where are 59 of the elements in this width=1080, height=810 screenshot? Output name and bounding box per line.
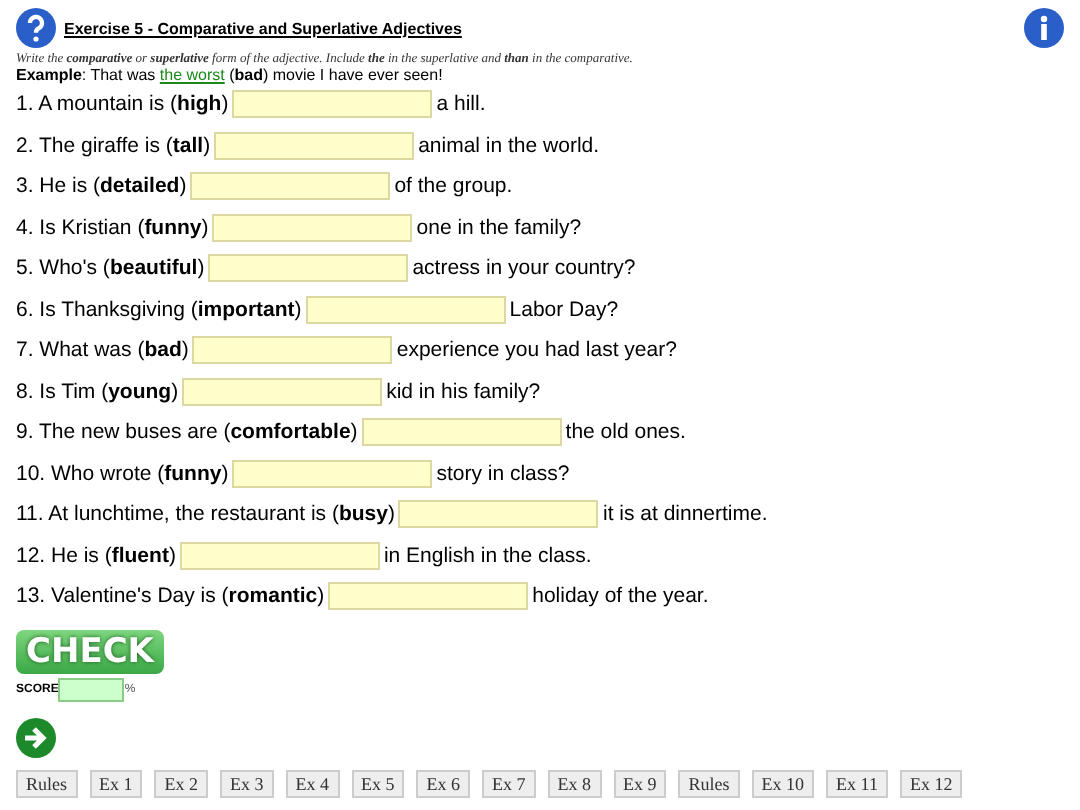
- question-text: a hill.: [436, 92, 486, 117]
- answer-field[interactable]: [190, 172, 391, 201]
- exercise-tab-button[interactable]: Ex 10: [751, 769, 815, 797]
- exercise-tab-button[interactable]: Ex 2: [154, 769, 209, 797]
- answer-field[interactable]: [179, 541, 380, 570]
- question-text: 11. At lunchtime, the restaurant is (busy): [16, 502, 395, 527]
- exercise-tab-button[interactable]: Ex 6: [416, 769, 471, 797]
- exercise-tab-button[interactable]: Rules: [678, 769, 740, 797]
- question-text: animal in the world.: [418, 133, 600, 158]
- exercise-tab-button[interactable]: Ex 4: [285, 769, 340, 797]
- question-text: 8. Is Tim (young): [16, 379, 179, 404]
- answer-field[interactable]: [232, 459, 433, 488]
- question-text: Labor Day?: [509, 297, 619, 322]
- exercise-tab-button[interactable]: Ex 9: [613, 769, 667, 797]
- question-text: of the group.: [394, 174, 513, 199]
- question-text: 10. Who wrote (funny): [16, 461, 229, 486]
- answer-field[interactable]: [361, 418, 562, 447]
- question-text: 9. The new buses are (comfortable): [16, 420, 358, 445]
- question-text: the old ones.: [565, 420, 686, 445]
- question-text: it is at dinnertime.: [602, 502, 768, 527]
- question-text: 13. Valentine's Day is (romantic): [16, 584, 325, 609]
- answer-field[interactable]: [214, 131, 415, 160]
- exercise-tab-button[interactable]: Rules: [16, 769, 78, 797]
- exercise-tab-button[interactable]: Ex 1: [89, 769, 143, 797]
- question-text: experience you had last year?: [396, 338, 677, 363]
- answer-field[interactable]: [328, 582, 529, 611]
- question-text: story in class?: [436, 461, 570, 486]
- exercise-tab-button[interactable]: Ex 12: [899, 769, 963, 797]
- exercise-tab-button[interactable]: Ex 8: [547, 769, 602, 797]
- exercise-tab-button[interactable]: Ex 5: [351, 769, 405, 797]
- example-answer-link[interactable]: the worst: [159, 66, 225, 84]
- question-text: 2. The giraffe is (tall): [16, 133, 211, 158]
- exercise-tab-button[interactable]: Ex 7: [482, 769, 536, 797]
- question-text: kid in his family?: [386, 379, 541, 404]
- answer-field[interactable]: [305, 295, 506, 324]
- score-field[interactable]: [58, 677, 125, 701]
- question-text: one in the family?: [416, 215, 582, 240]
- question-text: in English in the class.: [383, 543, 592, 568]
- question-text: 7. What was (bad): [16, 338, 189, 363]
- answer-field[interactable]: [208, 254, 409, 283]
- question-text: actress in your country?: [412, 256, 636, 281]
- exercise-tab-button[interactable]: Ex 11: [826, 769, 888, 797]
- answer-field[interactable]: [232, 90, 433, 119]
- question-text: 1. A mountain is (high): [16, 92, 229, 117]
- question-text: 5. Who's (beautiful): [16, 256, 205, 281]
- help-icon[interactable]: [16, 8, 56, 48]
- example-sentence: Example: That was the worst (bad) movie I have ever seen!: [16, 66, 445, 84]
- question-text: 3. He is (detailed): [16, 174, 187, 199]
- exercise-tab-button[interactable]: Ex 3: [220, 769, 274, 797]
- question-text: 12. He is (fluent): [16, 543, 176, 568]
- question-text: 4. Is Kristian (funny): [16, 215, 209, 240]
- question-text: holiday of the year.: [532, 584, 709, 609]
- answer-field[interactable]: [192, 336, 393, 365]
- answer-field[interactable]: [182, 377, 383, 406]
- info-icon[interactable]: [1024, 8, 1064, 48]
- exercise-title: Exercise 5 - Comparative and Superlative Adjectives: [64, 19, 462, 37]
- question-text: 6. Is Thanksgiving (important): [16, 297, 302, 322]
- answer-field[interactable]: [398, 500, 599, 529]
- answer-field[interactable]: [212, 213, 413, 242]
